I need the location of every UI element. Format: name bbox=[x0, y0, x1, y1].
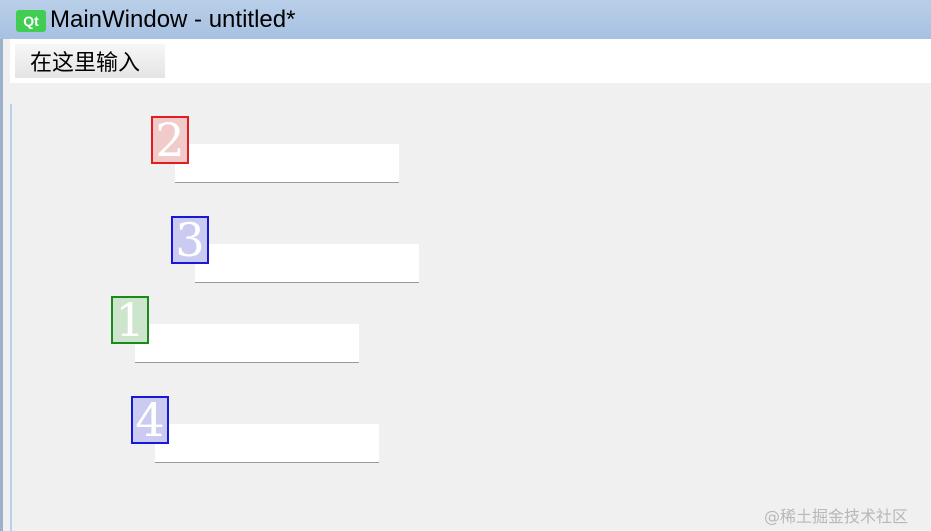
tab-order-badge-3: 3 bbox=[171, 213, 209, 267]
tab-order-badge-4: 4 bbox=[131, 393, 169, 447]
menubar: 在这里输入 bbox=[0, 39, 931, 83]
tab-order-badge-2: 2 bbox=[151, 113, 189, 167]
menu-type-here[interactable]: 在这里输入 bbox=[15, 44, 165, 78]
window-left-border bbox=[0, 39, 12, 531]
window-title: MainWindow - untitled* bbox=[50, 6, 296, 33]
qt-logo-icon: Qt bbox=[16, 10, 46, 32]
line-edit-tab-1[interactable] bbox=[135, 324, 359, 363]
watermark: @稀土掘金技术社区 bbox=[764, 507, 909, 526]
line-edit-tab-3[interactable] bbox=[195, 244, 419, 283]
window-titlebar[interactable]: Qt MainWindow - untitled* bbox=[0, 0, 931, 39]
tab-order-badge-1: 1 bbox=[111, 293, 149, 347]
line-edit-tab-4[interactable] bbox=[155, 424, 379, 463]
line-edit-tab-2[interactable] bbox=[175, 144, 399, 183]
